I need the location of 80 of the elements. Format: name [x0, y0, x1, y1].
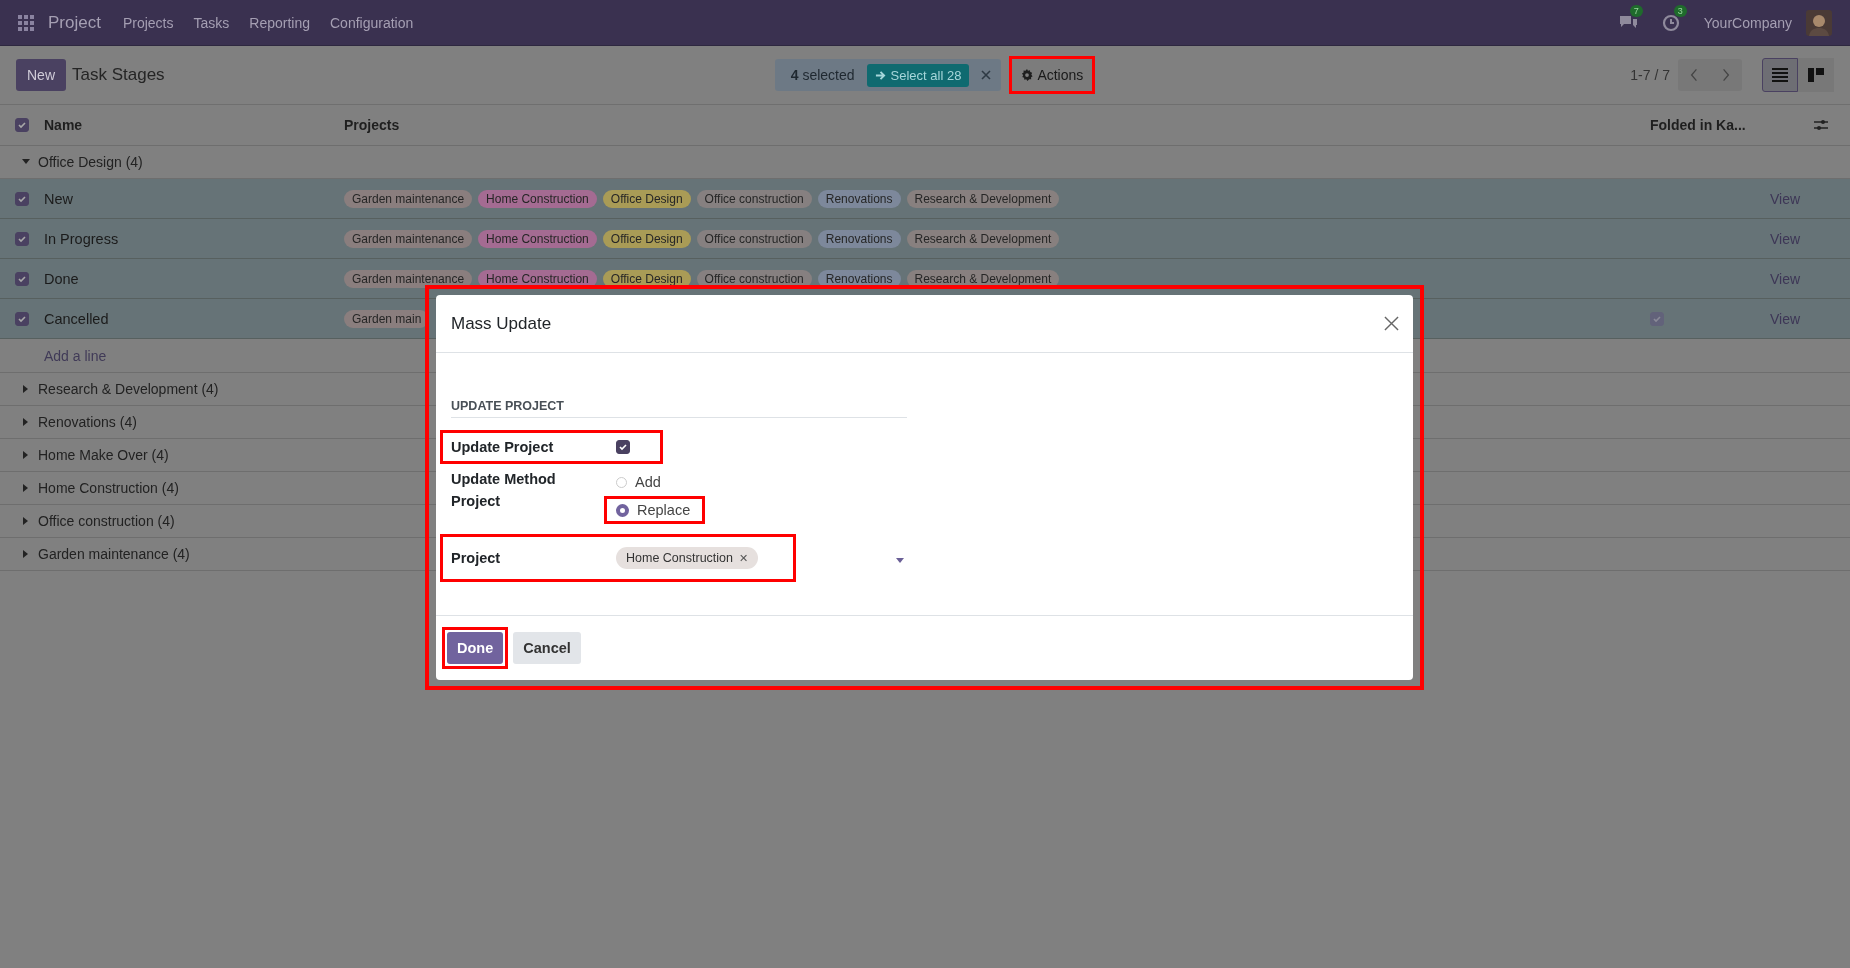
- project-tag: Garden maintenance: [344, 269, 473, 288]
- row-checkbox[interactable]: [15, 191, 29, 206]
- selection-count: 4 selected: [790, 67, 855, 83]
- remove-tag-button[interactable]: ✕: [739, 551, 748, 565]
- tag-label: Home Construction: [626, 551, 733, 565]
- select-all-button[interactable]: Select all 28: [866, 63, 970, 87]
- app-name-link[interactable]: Project: [48, 12, 101, 33]
- new-button[interactable]: New: [16, 59, 66, 91]
- project-tag: Office construction: [696, 189, 812, 208]
- cancel-button[interactable]: Cancel: [513, 632, 581, 664]
- section-heading: UPDATE PROJECT: [451, 399, 907, 418]
- check-icon: [17, 273, 27, 284]
- stage-name: Done: [44, 270, 79, 287]
- project-tag: Research & Development: [906, 189, 1060, 208]
- dropdown-caret-icon[interactable]: [896, 557, 904, 563]
- settings-sliders-icon[interactable]: [1814, 118, 1828, 132]
- dialog-title: Mass Update: [451, 313, 552, 334]
- project-tag: Office Design: [602, 229, 691, 248]
- kanban-view-button[interactable]: [1798, 58, 1834, 92]
- select-all-checkbox[interactable]: [15, 118, 29, 132]
- row-checkbox[interactable]: [15, 311, 29, 326]
- stage-name: In Progress: [44, 230, 119, 247]
- stage-name: New: [44, 190, 73, 207]
- project-tag: Renovations: [817, 229, 901, 248]
- check-icon: [17, 120, 27, 130]
- field-label: Update Method Project: [451, 470, 557, 511]
- row-checkbox[interactable]: [15, 231, 29, 246]
- close-icon[interactable]: [1384, 316, 1399, 331]
- menu-item[interactable]: Reporting: [249, 14, 310, 31]
- project-tag: Garden maintenance: [344, 189, 473, 208]
- check-icon: [17, 233, 27, 244]
- clock-icon[interactable]: [1661, 13, 1680, 32]
- project-tag: Home Construction: [478, 229, 597, 248]
- radio-option[interactable]: Add: [616, 474, 661, 490]
- chevron-left-icon: [1690, 68, 1698, 82]
- project-tag: Renovations: [817, 189, 901, 208]
- project-tag: Research & Development: [906, 229, 1060, 248]
- menu-item[interactable]: Projects: [122, 14, 174, 31]
- menu-item[interactable]: Configuration: [330, 14, 414, 31]
- message-count-badge: 7: [1629, 4, 1643, 17]
- row-checkbox[interactable]: [15, 271, 29, 286]
- project-tag: Office construction: [696, 229, 812, 248]
- group-label: Garden maintenance (4): [38, 546, 190, 562]
- column-header[interactable]: Name: [44, 117, 83, 133]
- done-button[interactable]: Done: [447, 632, 504, 664]
- check-icon: [17, 313, 27, 324]
- group-label: Research & Development (4): [38, 381, 219, 397]
- column-header[interactable]: Folded in Ka...: [1650, 117, 1746, 133]
- project-tag: Garden maintenance: [344, 229, 473, 248]
- add-line-link[interactable]: Add a line: [44, 347, 107, 364]
- check-icon: [17, 193, 27, 204]
- menu-item[interactable]: Tasks: [193, 14, 230, 31]
- project-tag: Home Construction: [478, 189, 597, 208]
- pager-value: 1-7 / 7: [1630, 67, 1670, 83]
- group-label: Office Design (4): [38, 154, 143, 170]
- group-label: Home Make Over (4): [38, 447, 169, 463]
- update-checkbox[interactable]: [616, 440, 630, 454]
- gear-icon: [1021, 69, 1034, 81]
- avatar-icon[interactable]: [1806, 9, 1832, 36]
- page-title: Task Stages: [72, 65, 165, 85]
- apps-grid-icon[interactable]: [18, 14, 34, 31]
- field-label: Project: [451, 550, 502, 566]
- list-view-button[interactable]: [1762, 58, 1798, 92]
- field-label: Update Project: [451, 439, 555, 455]
- group-label: Office construction (4): [38, 513, 175, 529]
- group-label: Renovations (4): [38, 414, 137, 430]
- activity-count-badge: 3: [1673, 4, 1687, 17]
- group-label: Home Construction (4): [38, 480, 179, 496]
- column-header[interactable]: Projects: [344, 117, 400, 133]
- chevron-right-icon: [1722, 68, 1730, 82]
- close-icon[interactable]: [981, 70, 992, 80]
- list-icon: [1772, 68, 1788, 82]
- check-icon: [618, 442, 628, 452]
- actions-button[interactable]: Actions: [1012, 59, 1093, 91]
- project-tag: Office Design: [602, 189, 691, 208]
- arrow-right-icon: [874, 69, 886, 81]
- radio-option[interactable]: Replace: [616, 502, 691, 518]
- stage-name: Cancelled: [44, 310, 109, 327]
- kanban-icon: [1808, 68, 1824, 82]
- company-name[interactable]: YourCompany: [1703, 14, 1792, 31]
